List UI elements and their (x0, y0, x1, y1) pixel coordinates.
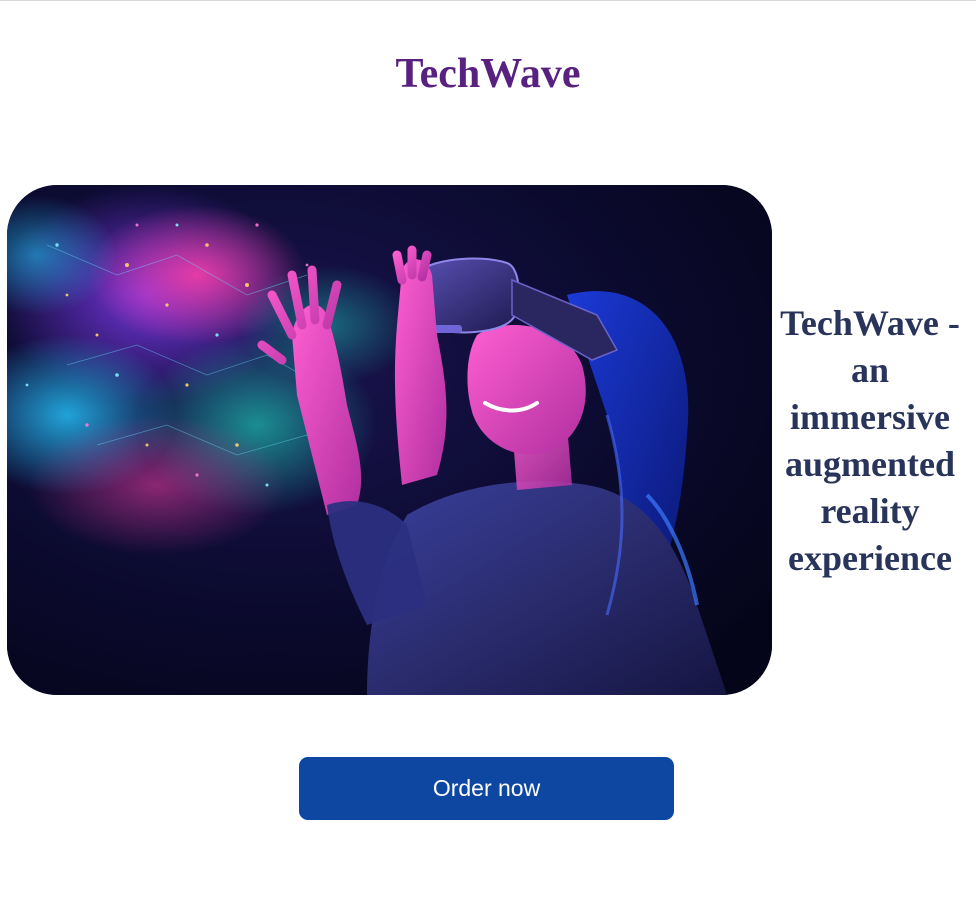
hero-tagline: TechWave - an immersive augmented realit… (780, 303, 960, 578)
vr-photo-illustration (7, 185, 772, 695)
hero-image (7, 185, 772, 695)
order-now-button[interactable]: Order now (299, 757, 674, 820)
page-title: TechWave (395, 51, 581, 97)
